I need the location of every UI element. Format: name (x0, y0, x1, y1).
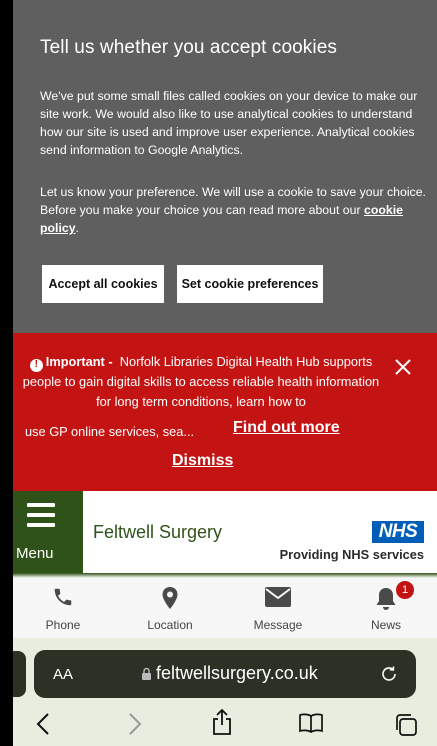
reader-aa-button[interactable]: AA (53, 666, 73, 683)
browser-toolbar (13, 706, 437, 746)
hamburger-icon (27, 503, 55, 533)
url-text[interactable]: feltwellsurgery.co.uk (156, 663, 318, 684)
dismiss-link[interactable]: Dismiss (172, 452, 233, 470)
quick-nav-label: News (370, 618, 401, 632)
set-cookie-preferences-button[interactable]: Set cookie preferences (177, 265, 323, 303)
reload-icon[interactable] (379, 664, 399, 684)
share-icon[interactable] (211, 708, 233, 736)
map-pin-icon (162, 587, 178, 609)
back-icon[interactable] (36, 712, 50, 736)
address-bar[interactable]: AA feltwellsurgery.co.uk (34, 650, 416, 698)
cookie-banner-title: Tell us whether you accept cookies (40, 37, 337, 58)
quick-nav-news[interactable]: 1 News (341, 578, 431, 638)
bookmarks-icon[interactable] (298, 712, 324, 734)
browser-viewport: Tell us whether you accept cookies We've… (13, 0, 437, 746)
close-icon[interactable] (391, 355, 415, 379)
forward-icon[interactable] (128, 712, 142, 736)
alert-message: ! Important - Norfolk Libraries Digital H… (21, 352, 381, 412)
browser-chrome: AA feltwellsurgery.co.uk (13, 638, 437, 746)
lock-icon (142, 667, 151, 680)
quick-nav-label: Message (253, 618, 303, 632)
quick-nav-label: Phone (45, 618, 81, 632)
menu-button[interactable]: Menu (13, 491, 83, 573)
exclamation-circle-icon: ! (29, 358, 43, 372)
site-name[interactable]: Feltwell Surgery (93, 522, 222, 543)
cookie-banner: Tell us whether you accept cookies We've… (13, 0, 437, 333)
quick-nav-phone[interactable]: Phone (18, 578, 108, 638)
tabs-icon[interactable] (393, 712, 419, 738)
alert-truncated-text: use GP online services, sea... (25, 424, 195, 439)
site-header: Menu Feltwell Surgery NHS Providing NHS … (13, 491, 437, 573)
accept-all-cookies-button[interactable]: Accept all cookies (42, 265, 164, 303)
cookie-banner-paragraph: We've put some small files called cookie… (40, 89, 418, 157)
important-alert: ! Important - Norfolk Libraries Digital H… (13, 333, 437, 491)
envelope-icon (265, 587, 291, 607)
quick-nav-location[interactable]: Location (125, 578, 215, 638)
news-count-badge: 1 (396, 581, 414, 599)
previous-tab-peek[interactable] (13, 651, 26, 697)
quick-nav-label: Location (147, 618, 193, 632)
alert-lead: Important - (45, 354, 113, 369)
nhs-logo: NHS (372, 521, 424, 543)
bell-icon (376, 588, 396, 610)
phone-icon (54, 588, 72, 606)
cookie-banner-preference-paragraph: Let us know your preference. We will use… (40, 185, 426, 235)
nhs-tagline: Providing NHS services (279, 547, 424, 562)
quick-nav: Phone Location Message 1 News (13, 578, 437, 638)
find-out-more-link[interactable]: Find out more (233, 419, 340, 437)
menu-label: Menu (16, 545, 54, 562)
quick-nav-message[interactable]: Message (233, 578, 323, 638)
